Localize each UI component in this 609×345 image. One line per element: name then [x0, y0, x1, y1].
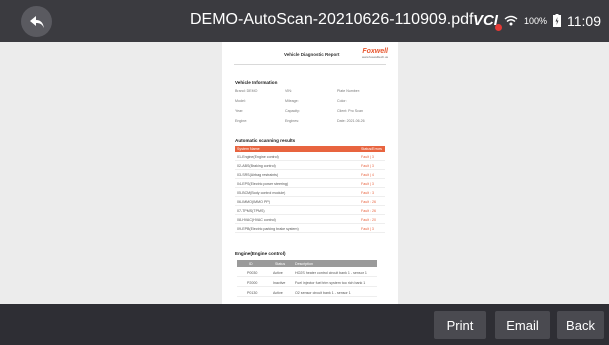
clock: 11:09 [567, 12, 601, 29]
scan-row: 03-SRS(Airbag restraints) Fault | 4 [235, 171, 385, 179]
pdf-viewer[interactable]: Vehicle Diagnostic Report Foxwell www.fo… [0, 42, 609, 304]
brand-logo: Foxwell www.foxwelltech.us [361, 48, 388, 59]
engine-row: P0030 Active HO2S heater control circuit b… [237, 268, 377, 277]
back-arrow-icon [29, 15, 44, 28]
divider [234, 64, 386, 65]
engine-section-heading: Engine(Engine control) [235, 251, 286, 256]
scan-results-heading: Automatic scanning results [235, 138, 296, 143]
scan-row: 08-HVAC(HVAC control) Fault : 20 [235, 216, 385, 224]
battery-percent: 100% [523, 15, 547, 26]
scan-row: 07-TPMS(TPMS) Fault : 26 [235, 207, 385, 215]
email-button[interactable]: Email [495, 311, 550, 339]
scan-row: 09-EPB(Electric parking brake system) Fau… [235, 225, 385, 233]
back-button[interactable]: Back [557, 311, 604, 339]
status-bar: VCI 100% 11:09 [473, 12, 601, 31]
vci-indicator: VCI [473, 12, 502, 31]
bottom-action-bar: Print Email Back [0, 304, 609, 345]
scan-row: 06-IMMO(IMMO PP) Fault : 26 [235, 198, 385, 206]
engine-row: P0130 Active O2 sensor circuit bank 1 - se… [237, 288, 377, 297]
vehicle-info-row: Engine: Engines: Date: 2021.06.26 [235, 119, 365, 123]
wifi-icon [504, 15, 518, 26]
scan-row: 02-ABS(Braking control) Fault | 3 [235, 162, 385, 170]
vehicle-info-heading: Vehicle Information [235, 80, 278, 85]
pdf-page: Vehicle Diagnostic Report Foxwell www.fo… [222, 42, 398, 304]
battery-icon [553, 14, 561, 27]
scan-table-header: System Name Status/Errors [235, 146, 385, 152]
vehicle-info-row: Model: Mileage: Color: [235, 99, 347, 103]
scan-row: 04-EPS(Electric power steering) Fault | 3 [235, 180, 385, 188]
engine-row: P2000 Inactive Fuel injector fuel trim sys… [237, 278, 377, 287]
scan-row: 05-BCM(Body control module) Fault : 3 [235, 189, 385, 197]
document-title: DEMO-AutoScan-20210626-110909.pdf [190, 11, 474, 28]
scan-row: 01-Engine(Engine control) Fault | 3 [235, 153, 385, 161]
print-button[interactable]: Print [434, 311, 486, 339]
report-title: Vehicle Diagnostic Report [284, 52, 340, 57]
vehicle-info-row: Brand: DEMO VIN: Plate Number: [235, 89, 360, 93]
top-bar: DEMO-AutoScan-20210626-110909.pdf VCI 10… [0, 0, 609, 42]
engine-table-header: ID Status Description [237, 260, 377, 267]
vehicle-info-row: Year: Capacity: Client: Pro Scan [235, 109, 363, 113]
back-nav-button[interactable] [21, 6, 52, 37]
